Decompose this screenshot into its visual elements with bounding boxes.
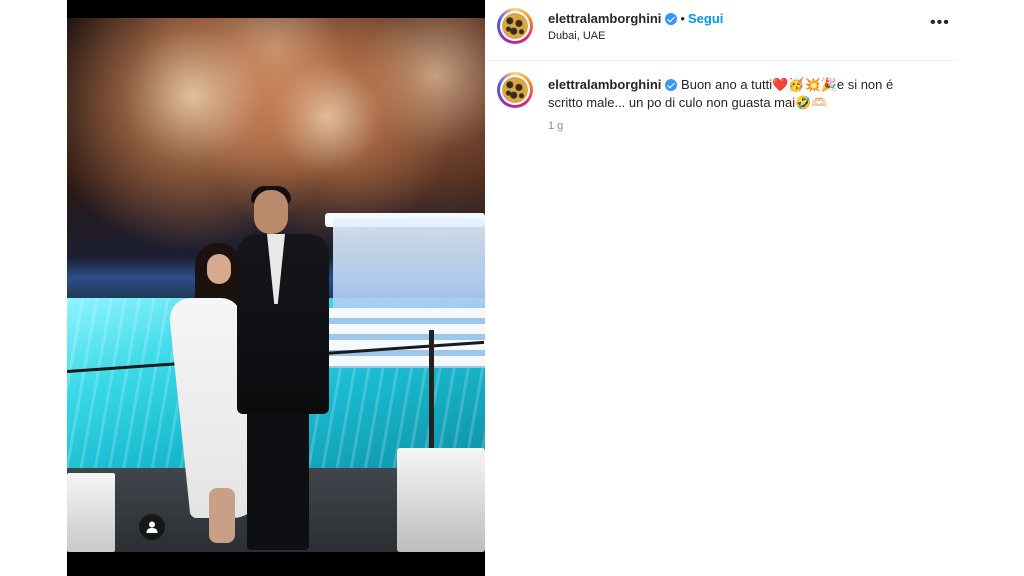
- location[interactable]: Dubai, UAE: [548, 30, 605, 42]
- caption-text-1: Buon ano a tutti❤️🥳💥🎉e si non é: [681, 77, 894, 92]
- caption-avatar[interactable]: [497, 72, 533, 108]
- man-legs: [247, 410, 309, 550]
- loungers: [323, 308, 485, 368]
- man-head: [254, 190, 288, 234]
- post-time[interactable]: 1 g: [548, 120, 948, 132]
- caption: elettralamborghini Buon ano a tutti❤️🥳💥🎉…: [548, 76, 948, 132]
- verified-badge-icon: [665, 13, 678, 25]
- caption-line-1: elettralamborghini Buon ano a tutti❤️🥳💥🎉…: [548, 76, 948, 94]
- avatar-image: [502, 77, 528, 103]
- man-suit: [237, 234, 329, 414]
- caption-text-2: scritto male... un po di culo non guasta…: [548, 95, 828, 110]
- avatar[interactable]: [497, 8, 533, 44]
- woman-legs: [209, 488, 235, 543]
- post-photo-panel: [67, 0, 485, 576]
- username[interactable]: elettralamborghini: [548, 11, 661, 26]
- lounge-seat-left: [67, 473, 115, 552]
- caption-username[interactable]: elettralamborghini: [548, 77, 661, 92]
- woman-face: [207, 254, 231, 284]
- header-user-line: elettralamborghini • Segui: [548, 10, 723, 28]
- user-tag-icon[interactable]: [139, 514, 165, 540]
- lounge-seat-right: [397, 448, 485, 552]
- more-options-icon[interactable]: •••: [930, 15, 950, 36]
- verified-badge-icon: [665, 79, 678, 91]
- avatar-image: [502, 13, 528, 39]
- post-header: elettralamborghini • Segui Dubai, UAE: [485, 0, 957, 61]
- separator-dot: •: [680, 11, 685, 26]
- follow-button[interactable]: Segui: [688, 11, 723, 26]
- post-photo[interactable]: [67, 18, 485, 552]
- barrier-post: [429, 330, 434, 450]
